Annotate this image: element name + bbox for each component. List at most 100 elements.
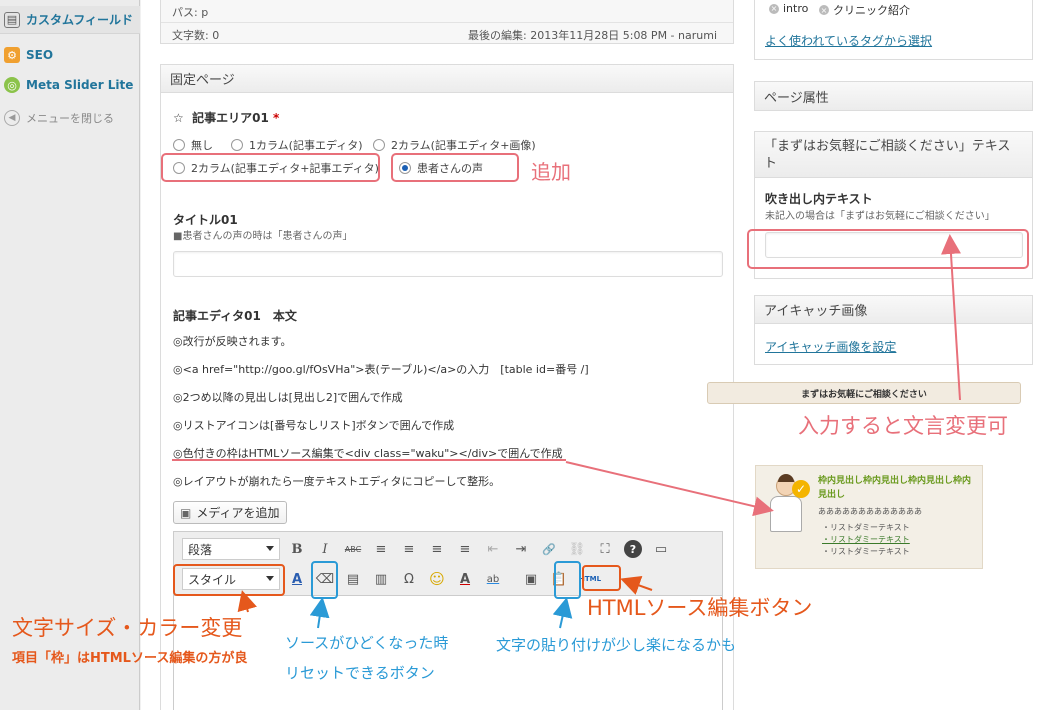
annotation-html-source-button: HTMLソース編集ボタン xyxy=(587,596,813,620)
editor-status-bar: パス: p 文字数: 0 最後の編集: 2013年11月28日 5:08 PM … xyxy=(160,0,734,44)
word-count: 文字数: 0 xyxy=(172,29,220,42)
annotation-paste-note: 文字の貼り付けが少し楽になるかも xyxy=(496,636,737,654)
add-media-button[interactable]: ▣ メディアを追加 xyxy=(173,501,287,524)
body-line: ◎レイアウトが崩れたら一度テキストエディタにコピーして整形。 xyxy=(173,475,501,488)
annotation-add: 追加 xyxy=(531,160,571,184)
body-line: ◎色付きの枠はHTMLソース編集で<div class="waku"></div… xyxy=(173,447,563,460)
collapse-menu-button[interactable]: ◀ メニューを閉じる xyxy=(0,104,140,132)
featured-image-box: アイキャッチ画像 アイキャッチ画像を設定 xyxy=(754,295,1033,365)
unlink-button[interactable]: ⛓ xyxy=(566,538,588,560)
outdent-button[interactable]: ⇤ xyxy=(482,538,504,560)
special-character-button[interactable]: Ω xyxy=(398,568,420,590)
waku-heading: 枠内見出し枠内見出し枠内見出し枠内見出し xyxy=(818,476,972,500)
admin-menu: ▤ カスタムフィールド ⚙ SEO ◎ Meta Slider Lite ◀ メ… xyxy=(0,0,140,710)
radio-circle[interactable] xyxy=(373,139,385,151)
collapse-arrow-icon: ◀ xyxy=(4,110,20,126)
strikethrough-button[interactable]: ABC xyxy=(342,538,364,560)
horizontal-rule-button[interactable]: ▤ xyxy=(342,568,364,590)
tag-item[interactable]: × クリニック紹介 xyxy=(819,2,910,18)
page-attributes-title[interactable]: ページ属性 xyxy=(755,82,1032,110)
annotation-reset-line2: リセットできるボタン xyxy=(285,664,435,682)
waku-text: あああああああああああああ xyxy=(818,507,922,516)
chevron-down-icon xyxy=(266,546,274,551)
waku-list-text: リストダミーテキスト xyxy=(830,547,910,556)
add-media-label: メディアを追加 xyxy=(196,506,280,520)
page-break-button[interactable]: ▥ xyxy=(370,568,392,590)
body-line: ◎リストアイコンは[番号なしリスト]ボタンで囲んで作成 xyxy=(173,419,455,432)
body-line: ◎改行が反映されます。 xyxy=(173,335,292,348)
waku-list-item: ・リストダミーテキスト xyxy=(822,547,910,556)
remove-tag-icon[interactable]: × xyxy=(819,5,829,15)
radio-circle[interactable] xyxy=(173,139,185,151)
bold-button[interactable]: B xyxy=(286,538,308,560)
paste-text-button[interactable]: ▣ xyxy=(520,568,542,590)
radio-label: 無し xyxy=(191,139,213,152)
italic-button[interactable]: I xyxy=(314,538,336,560)
star-icon: ☆ xyxy=(173,111,184,125)
meta-slider-icon: ◎ xyxy=(4,77,20,93)
seo-icon: ⚙ xyxy=(4,47,20,63)
indent-button[interactable]: ⇥ xyxy=(510,538,532,560)
choose-tags-link[interactable]: よく使われているタグから選択 xyxy=(765,32,932,49)
sidebar-item-label: カスタムフィールド xyxy=(26,13,134,27)
balloon-text-box-title[interactable]: 「まずはお気軽にご相談ください」テキスト xyxy=(755,132,1032,178)
text-color-button[interactable]: A xyxy=(454,568,476,590)
waku-list-text: リストダミーテキスト xyxy=(830,523,910,532)
emoticon-button[interactable]: ☺ xyxy=(426,568,448,590)
remove-tag-icon[interactable]: × xyxy=(769,3,779,14)
sidebar-item-seo[interactable]: ⚙ SEO xyxy=(0,41,140,69)
format-select[interactable]: 段落 xyxy=(182,538,280,560)
balloon-field-note: 未記入の場合は「まずはお気軽にご相談ください」 xyxy=(765,211,995,222)
annotation-reset-line1: ソースがひどくなった時 xyxy=(285,634,449,652)
highlight-style-select xyxy=(173,564,285,596)
title01-note: ■患者さんの声の時は「患者さんの声」 xyxy=(173,231,353,242)
fullscreen-button[interactable]: ⛶ xyxy=(594,538,616,560)
align-center-button[interactable]: ≡ xyxy=(426,538,448,560)
sidebar-item-meta-slider[interactable]: ◎ Meta Slider Lite xyxy=(0,71,140,99)
radio-2column-image[interactable]: 2カラム(記事エディタ+画像) xyxy=(373,137,536,153)
tag-label: intro xyxy=(783,2,809,15)
format-select-value: 段落 xyxy=(188,542,213,557)
radio-label: 1カラム(記事エディタ) xyxy=(249,139,363,152)
body-line: ◎2つめ以降の見出しは[見出し2]で囲んで作成 xyxy=(173,391,403,404)
waku-list-item: ・リストダミーテキスト xyxy=(822,523,910,532)
page-attributes-box: ページ属性 xyxy=(754,81,1033,111)
balloon-field-label: 吹き出し内テキスト xyxy=(765,192,873,206)
kitchen-sink-button[interactable]: ▭ xyxy=(650,538,672,560)
highlight-html-button xyxy=(582,565,621,591)
font-size-button[interactable]: A xyxy=(286,568,308,590)
collapse-menu-label: メニューを閉じる xyxy=(26,112,114,125)
check-icon: ✓ xyxy=(792,480,810,498)
radio-1column[interactable]: 1カラム(記事エディタ) xyxy=(231,137,362,153)
background-color-button[interactable]: ab xyxy=(482,568,504,590)
media-icon: ▣ xyxy=(180,505,192,520)
tag-item[interactable]: × intro xyxy=(769,2,808,15)
title01-input[interactable] xyxy=(173,251,723,277)
highlight-clear-formatting xyxy=(311,561,338,599)
align-left-button[interactable]: ≡ xyxy=(398,538,420,560)
required-mark: * xyxy=(273,111,280,125)
highlight-paste-button xyxy=(554,561,581,599)
title01-label: タイトル01 xyxy=(173,213,238,227)
editor01-label: 記事エディタ01 本文 xyxy=(173,309,297,323)
bullet-list-button[interactable]: ≡ xyxy=(370,538,392,560)
article-area-label: 記事エリア01 xyxy=(192,111,269,125)
waku-preview-image: ✓ 枠内見出し枠内見出し枠内見出し枠内見出し あああああああああああああ ・リス… xyxy=(755,465,983,569)
highlight-balloon-input xyxy=(747,229,1029,269)
waku-list-item: ・リストダミーテキスト xyxy=(822,535,910,544)
tags-box: × intro × クリニック紹介 よく使われているタグから選択 xyxy=(754,0,1033,60)
set-featured-image-link[interactable]: アイキャッチ画像を設定 xyxy=(765,338,896,355)
doctor-illustration: ✓ xyxy=(764,474,810,536)
radio-label: 2カラム(記事エディタ+画像) xyxy=(391,139,536,152)
link-button[interactable]: 🔗 xyxy=(538,538,560,560)
editor-path: パス: p xyxy=(172,6,209,19)
radio-circle[interactable] xyxy=(231,139,243,151)
sidebar-item-custom-fields[interactable]: ▤ カスタムフィールド xyxy=(0,6,140,34)
sidebar-item-label: Meta Slider Lite xyxy=(26,78,134,92)
featured-image-title[interactable]: アイキャッチ画像 xyxy=(755,296,1032,324)
sidebar-item-label: SEO xyxy=(26,48,54,62)
radio-none[interactable]: 無し xyxy=(173,137,213,153)
waku-list-text: リストダミーテキスト xyxy=(830,535,910,544)
align-right-button[interactable]: ≡ xyxy=(454,538,476,560)
help-button[interactable]: ? xyxy=(624,540,642,558)
